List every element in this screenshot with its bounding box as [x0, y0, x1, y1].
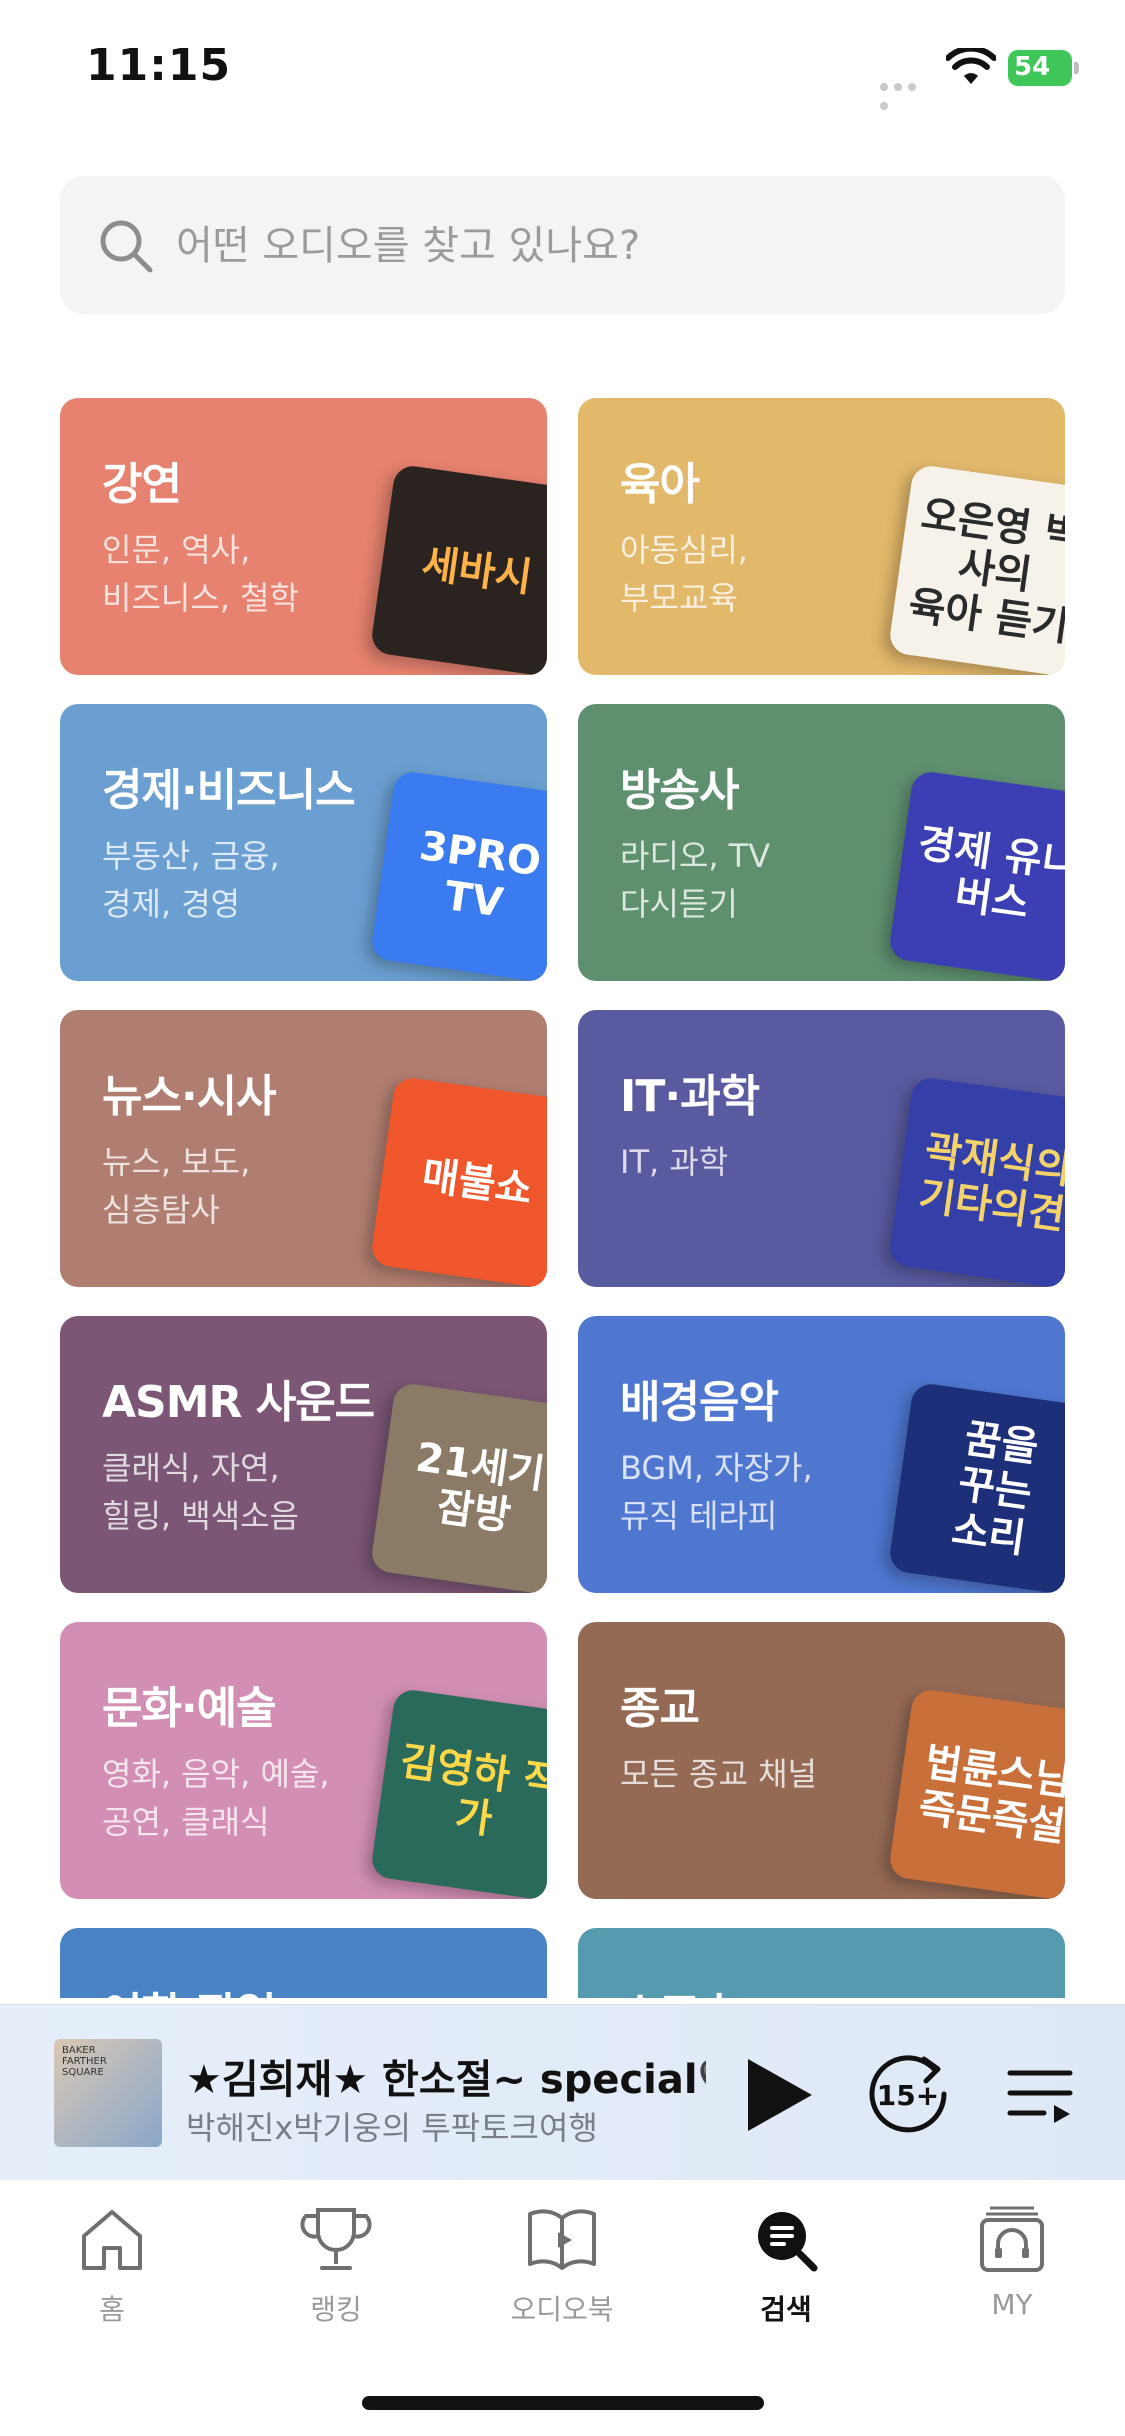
thumbnail-text: 김영하 작가 — [397, 1738, 547, 1844]
category-title: 어학·작업 — [102, 1978, 277, 1998]
category-thumbnail: 법륜스님 즉문즉설 — [887, 1687, 1065, 1899]
now-playing-title[interactable]: ★김희재★ 한소절~ special🖤 — [186, 2047, 706, 2105]
trophy-icon — [300, 2208, 372, 2270]
category-thumbnail: 곽재식의 기타의견 — [887, 1075, 1065, 1287]
category-thumbnail: 3PRO TV — [369, 769, 547, 981]
tab-audiobook[interactable]: 오디오북 — [462, 2202, 662, 2332]
cellular-signal-icon — [880, 76, 934, 110]
mini-player[interactable]: BAKER FARTHER SQUARE ★김희재★ 한소절~ special🖤… — [0, 2004, 1125, 2181]
thumbnail-text: 3PRO TV — [416, 822, 544, 927]
tab-my[interactable]: MY — [912, 2202, 1112, 2332]
category-title: IT·과학 — [620, 1071, 760, 1122]
search-icon — [758, 2212, 818, 2272]
category-title: 육아 — [620, 459, 700, 510]
tab-home[interactable]: 홈 — [12, 2202, 212, 2332]
home-icon — [82, 2210, 142, 2270]
category-title: ASMR 사운드 — [102, 1377, 375, 1428]
tab-label-search: 검색 — [760, 2293, 812, 2326]
category-subtitle: IT, 과학 — [620, 1143, 729, 1181]
status-time: 11:15 — [86, 40, 232, 91]
category-subtitle: 클래식, 자연, 힐링, 백색소음 — [102, 1449, 299, 1535]
category-subtitle: 뉴스, 보도, 심층탐사 — [102, 1143, 251, 1229]
category-title: 방송사 — [620, 765, 739, 816]
category-thumbnail: 세바시 — [369, 463, 547, 675]
category-subtitle: 영화, 음악, 예술, 공연, 클래식 — [102, 1755, 330, 1841]
skip-label: 15+ — [877, 2079, 939, 2112]
artwork-text: BAKER FARTHER SQUARE — [62, 2045, 107, 2078]
category-thumbnail: 김영하 작가 — [369, 1687, 547, 1899]
thumbnail-text: 21세기 잠방 — [412, 1434, 547, 1540]
play-button[interactable] — [738, 2055, 818, 2135]
category-thumbnail: 꿈을 꾸는 소리 — [887, 1381, 1065, 1593]
category-subtitle: 모든 종교 채널 — [620, 1755, 817, 1793]
skip-forward-15-button[interactable]: 15+ — [864, 2049, 954, 2139]
now-playing-subtitle[interactable]: 박해진x박기웅의 투팍토크여행 — [186, 2103, 706, 2149]
category-grid: 강연인문, 역사, 비즈니스, 철학 세바시 육아아동심리, 부모교육 오은영 박사의… — [60, 398, 1065, 1998]
battery-level: 54 — [1014, 52, 1051, 82]
category-card[interactable]: 방송사라디오, TV 다시듣기 경제 유니버스 — [578, 704, 1065, 981]
category-subtitle: BGM, 자장가, 뮤직 테라피 — [620, 1449, 813, 1535]
wifi-icon — [946, 48, 996, 84]
category-title: 문화·예술 — [102, 1683, 277, 1734]
thumbnail-text: 매불쇼 — [419, 1152, 535, 1214]
category-thumbnail: 매불쇼 — [369, 1075, 547, 1287]
tab-label-home: 홈 — [99, 2293, 125, 2326]
category-subtitle: 인문, 역사, 비즈니스, 철학 — [102, 531, 299, 617]
category-title: 스포츠 — [620, 1978, 739, 1998]
category-card[interactable]: 문화·예술영화, 음악, 예술, 공연, 클래식 김영하 작가 — [60, 1622, 547, 1899]
category-title: 배경음악 — [620, 1377, 779, 1428]
thumbnail-text: 세바시 — [419, 540, 535, 602]
thumbnail-text: 경제 유니버스 — [915, 820, 1065, 928]
now-playing-artwork[interactable]: BAKER FARTHER SQUARE — [54, 2039, 162, 2147]
category-thumbnail: 21세기 잠방 — [369, 1381, 547, 1593]
category-card[interactable]: 어학·작업 — [60, 1928, 547, 1998]
tab-search[interactable]: 검색 — [686, 2202, 886, 2332]
category-card[interactable]: ASMR 사운드클래식, 자연, 힐링, 백색소음 21세기 잠방 — [60, 1316, 547, 1593]
category-subtitle: 부동산, 금융, 경제, 경영 — [102, 837, 280, 923]
thumbnail-text: 곽재식의 기타의견 — [915, 1127, 1065, 1239]
category-subtitle: 아동심리, 부모교육 — [620, 531, 748, 617]
category-card[interactable]: 육아아동심리, 부모교육 오은영 박사의 육아 듣기 — [578, 398, 1065, 675]
category-title: 강연 — [102, 459, 182, 510]
tab-label-ranking: 랭킹 — [310, 2293, 362, 2326]
book-icon — [528, 2209, 596, 2270]
category-title: 뉴스·시사 — [102, 1071, 277, 1122]
category-card[interactable]: 배경음악 BGM, 자장가, 뮤직 테라피 꿈을 꾸는 소리 — [578, 1316, 1065, 1593]
tab-label-audiobook: 오디오북 — [510, 2293, 614, 2326]
headphones-icon — [980, 2206, 1044, 2272]
search-input[interactable] — [174, 210, 1038, 282]
category-card[interactable]: 강연인문, 역사, 비즈니스, 철학 세바시 — [60, 398, 547, 675]
search-bar[interactable] — [60, 176, 1065, 314]
thumbnail-text: 법륜스님 즉문즉설 — [915, 1739, 1065, 1851]
category-thumbnail: 오은영 박사의 육아 듣기 — [887, 463, 1065, 675]
thumbnail-text: 오은영 박사의 육아 듣기 — [905, 491, 1065, 651]
status-bar: 11:15 54 — [0, 0, 1125, 140]
category-card[interactable]: 종교모든 종교 채널 법륜스님 즉문즉설 — [578, 1622, 1065, 1899]
category-card[interactable]: 경제·비즈니스부동산, 금융, 경제, 경영 3PRO TV — [60, 704, 547, 981]
tab-label-my: MY — [991, 2288, 1033, 2321]
category-card[interactable]: IT·과학 IT, 과학 곽재식의 기타의견 — [578, 1010, 1065, 1287]
battery-indicator: 54 — [1008, 50, 1080, 86]
home-indicator — [362, 2396, 764, 2410]
category-title: 종교 — [620, 1683, 700, 1734]
tab-ranking[interactable]: 랭킹 — [236, 2202, 436, 2332]
category-thumbnail: 경제 유니버스 — [887, 769, 1065, 981]
search-icon — [100, 220, 153, 273]
category-title: 경제·비즈니스 — [102, 765, 356, 816]
category-card[interactable]: 스포츠 — [578, 1928, 1065, 1998]
category-subtitle: 라디오, TV 다시듣기 — [620, 837, 771, 923]
category-card[interactable]: 뉴스·시사뉴스, 보도, 심층탐사 매불쇼 — [60, 1010, 547, 1287]
playlist-queue-button[interactable] — [1004, 2059, 1076, 2131]
thumbnail-text: 꿈을 꾸는 소리 — [948, 1415, 1042, 1563]
